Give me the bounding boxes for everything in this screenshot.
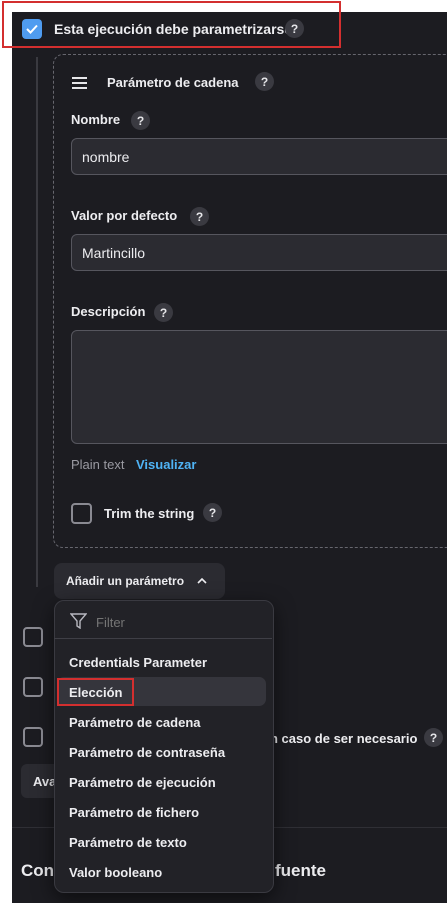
menu-item-ejecucion[interactable]: Parámetro de ejecución [69, 775, 216, 790]
chevron-up-icon [197, 577, 207, 584]
left-guide-line [36, 57, 38, 587]
menu-item-texto[interactable]: Parámetro de texto [69, 835, 187, 850]
parameter-title: Parámetro de cadena [107, 75, 239, 90]
filter-icon [70, 613, 87, 629]
filter-input[interactable] [94, 611, 258, 633]
trim-help-icon[interactable]: ? [203, 503, 222, 522]
parameter-help-icon[interactable]: ? [255, 72, 274, 91]
section-title-left: Con [21, 861, 55, 880]
advanced-button-label: Ava [33, 773, 57, 789]
description-label: Descripción [71, 304, 146, 319]
jenkins-config-panel: Esta ejecución debe parametrizarse ? Par… [12, 12, 447, 903]
description-textarea[interactable] [71, 330, 447, 444]
trim-label: Trim the string [104, 506, 195, 521]
default-value-label: Valor por defecto [71, 208, 178, 223]
option-checkbox-3[interactable] [23, 727, 43, 747]
menu-item-booleano[interactable]: Valor booleano [69, 865, 162, 880]
menu-item-contrasena[interactable]: Parámetro de contraseña [69, 745, 225, 760]
drag-handle-icon[interactable] [72, 77, 87, 89]
add-parameter-label: Añadir un parámetro [66, 574, 185, 588]
name-input-value: nombre [82, 148, 130, 165]
menu-item-fichero[interactable]: Parámetro de fichero [69, 805, 199, 820]
filter-divider [54, 638, 272, 639]
trim-checkbox[interactable] [71, 503, 92, 524]
highlight-box-parametrize [2, 1, 341, 48]
option-3-label-fragment: n caso de ser necesario [270, 731, 418, 746]
menu-item-credentials[interactable]: Credentials Parameter [69, 655, 207, 670]
name-help-icon[interactable]: ? [131, 111, 150, 130]
preview-link[interactable]: Visualizar [136, 457, 196, 472]
menu-item-cadena[interactable]: Parámetro de cadena [69, 715, 201, 730]
default-value-input-value: Martincillo [82, 244, 146, 261]
option-checkbox-1[interactable] [23, 627, 43, 647]
name-input[interactable]: nombre [71, 138, 447, 175]
default-value-help-icon[interactable]: ? [190, 207, 209, 226]
section-title-right: fuente [275, 861, 326, 880]
add-parameter-button[interactable]: Añadir un parámetro [54, 563, 225, 599]
format-text: Plain text [71, 457, 125, 472]
default-value-input[interactable]: Martincillo [71, 234, 447, 271]
description-help-icon[interactable]: ? [154, 303, 173, 322]
option-3-help-icon[interactable]: ? [424, 728, 443, 747]
name-label: Nombre [71, 112, 121, 127]
highlight-box-eleccion [57, 678, 134, 706]
string-parameter-card [53, 54, 447, 548]
option-checkbox-2[interactable] [23, 677, 43, 697]
